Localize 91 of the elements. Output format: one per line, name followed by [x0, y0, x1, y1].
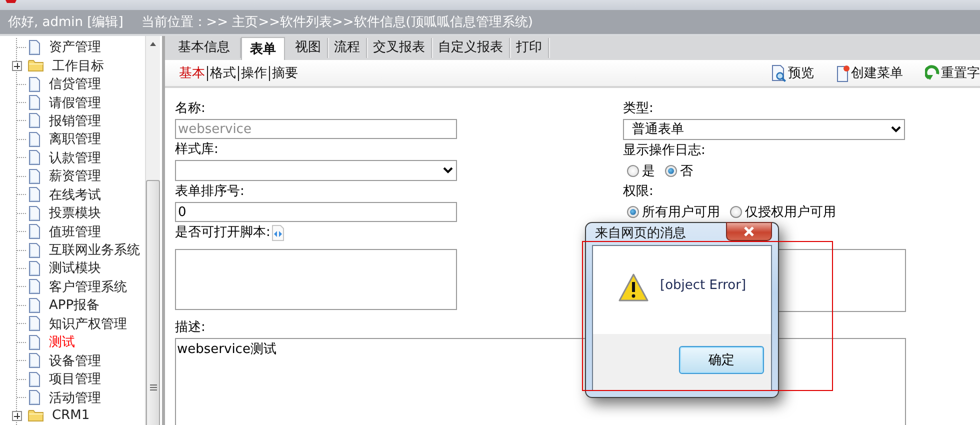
sub-tab[interactable]: 格式: [207, 66, 238, 80]
page-icon: [28, 168, 41, 184]
radio-option[interactable]: 仅授权用户可用: [730, 203, 836, 221]
close-button[interactable]: [726, 222, 772, 241]
tree-item[interactable]: 在线考试: [49, 186, 101, 204]
radio-icon[interactable]: [665, 165, 677, 177]
radio-option[interactable]: 是: [627, 162, 655, 180]
tree-item[interactable]: 值班管理: [49, 222, 101, 241]
dialog-title: 来自网页的消息: [595, 225, 686, 242]
tree-item[interactable]: APP报备: [49, 296, 100, 314]
type-dropdown[interactable]: 普通表单: [623, 119, 905, 140]
page-icon: [28, 187, 41, 202]
tree-item[interactable]: 活动管理: [49, 388, 101, 407]
script-textarea[interactable]: [175, 249, 457, 310]
dialog-message: [object Error]: [660, 278, 746, 292]
tab[interactable]: 打印: [510, 38, 549, 58]
page-icon: [28, 132, 41, 147]
field-label: 是否可打开脚本:: [175, 225, 270, 240]
page-icon: [28, 353, 41, 368]
tab[interactable]: 自定义报表: [432, 38, 510, 58]
page-icon: [28, 260, 41, 276]
dropdown[interactable]: [175, 160, 457, 181]
tree-item[interactable]: 知识产权管理: [49, 314, 127, 333]
scrollbar[interactable]: [145, 36, 160, 425]
field-label: 类型:: [623, 101, 654, 116]
tree-item[interactable]: 资产管理: [49, 38, 101, 56]
toolbar-button[interactable]: 重置字: [925, 64, 980, 82]
refresh-icon: [925, 65, 940, 81]
page-icon: [28, 242, 41, 258]
tree-item[interactable]: 信贷管理: [49, 75, 101, 94]
tree-item[interactable]: 测试模块: [49, 259, 101, 278]
page-icon: [28, 95, 41, 110]
field-label: 名称:: [175, 101, 206, 116]
page-icon: [28, 206, 41, 221]
breadcrumb: 当前位置：>> 主页>>软件列表>>软件信息(顶呱呱信息管理系统): [141, 14, 533, 31]
radio-icon[interactable]: [627, 165, 639, 177]
greeting-text: 你好, admin [编辑]: [8, 14, 124, 31]
tree-item[interactable]: 设备管理: [49, 352, 101, 370]
tab[interactable]: 流程: [328, 38, 367, 58]
ok-button[interactable]: 确定: [679, 346, 764, 374]
warning-icon: [618, 272, 649, 302]
page-icon: [28, 298, 41, 313]
tab[interactable]: 交叉报表: [367, 38, 432, 58]
field-label: 描述:: [175, 320, 206, 335]
sub-tab[interactable]: 操作: [238, 66, 269, 80]
page-icon: [28, 279, 41, 294]
sub-tab[interactable]: 摘要: [269, 66, 300, 80]
toolbar-button[interactable]: 创建菜单: [836, 64, 903, 82]
sub-tab[interactable]: 基本: [177, 66, 207, 80]
page-icon: [28, 316, 41, 332]
expand-icon[interactable]: [12, 60, 22, 71]
tree-item[interactable]: 认款管理: [49, 148, 101, 167]
page-icon: [28, 40, 41, 55]
magnifier-page-icon: [771, 64, 787, 82]
number-field[interactable]: 0: [175, 202, 457, 222]
script-icon[interactable]: [270, 224, 286, 240]
new-page-icon: [836, 64, 850, 82]
close-icon: [742, 226, 756, 237]
tree-item[interactable]: 报销管理: [49, 112, 101, 130]
toolbar-button[interactable]: 预览: [771, 64, 814, 82]
folder-icon: [28, 409, 44, 422]
expand-icon[interactable]: [12, 410, 22, 421]
field-label: 权限:: [623, 184, 654, 199]
tree-item[interactable]: CRM1: [52, 408, 90, 424]
radio-icon[interactable]: [730, 206, 742, 218]
grip-icon: [150, 384, 157, 391]
tree-item[interactable]: 项目管理: [49, 370, 101, 388]
page-icon: [28, 224, 41, 240]
tree-item[interactable]: 工作目标: [52, 56, 104, 75]
tree-item[interactable]: 互联网业务系统: [49, 241, 140, 260]
field-label: 表单排序号:: [175, 184, 246, 199]
page-icon: [28, 372, 41, 387]
tree-item[interactable]: 薪资管理: [49, 167, 101, 186]
tree-item[interactable]: 客户管理系统: [49, 278, 127, 296]
page-icon: [28, 334, 41, 350]
field-label: 显示操作日志:: [623, 143, 706, 158]
tree-item[interactable]: 请假管理: [49, 94, 101, 112]
tree-item[interactable]: 投票模块: [49, 204, 101, 222]
page-icon: [28, 150, 41, 166]
field-label: 样式库:: [175, 142, 220, 157]
tree-item[interactable]: 测试: [49, 333, 75, 352]
page-icon: [28, 390, 41, 406]
folder-icon: [28, 59, 44, 72]
page-icon: [28, 113, 41, 128]
radio-icon[interactable]: [627, 206, 639, 218]
page-icon: [28, 76, 41, 92]
radio-option[interactable]: 所有用户可用: [627, 203, 720, 221]
radio-option[interactable]: 否: [665, 162, 693, 180]
tree-item[interactable]: 离职管理: [49, 130, 101, 148]
tab[interactable]: 表单: [241, 37, 285, 60]
tab[interactable]: 视图: [289, 38, 328, 58]
